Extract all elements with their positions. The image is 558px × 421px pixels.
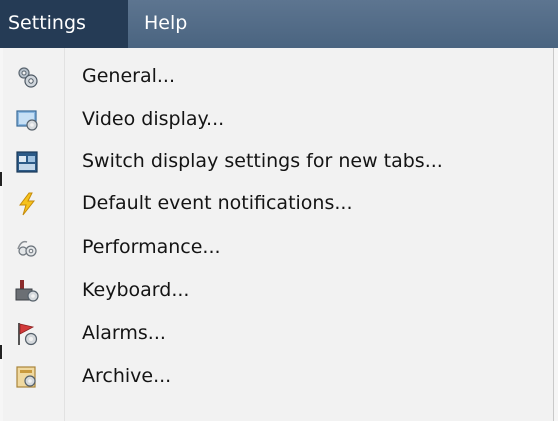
menu-item-video-display[interactable]: Video display...	[3, 100, 553, 140]
lightning-icon	[19, 192, 36, 216]
video-display-icon	[16, 110, 38, 131]
left-edge-mark	[0, 172, 2, 186]
menu-item-switch-display-settings[interactable]: Switch display settings for new tabs...	[3, 142, 553, 182]
menu-item-performance[interactable]: Performance...	[3, 228, 553, 268]
alarm-flag-icon	[18, 323, 38, 346]
menu-bar: Settings Help	[0, 0, 558, 48]
archive-icon	[16, 366, 36, 388]
menu-settings[interactable]: Settings	[0, 0, 128, 48]
menu-item-label: Keyboard...	[82, 279, 190, 301]
keyboard-icon	[15, 280, 39, 302]
menu-item-label: Default event notifications...	[82, 192, 353, 214]
switch-display-icon	[16, 151, 38, 173]
settings-dropdown-menu: General... Video display... Switch displ…	[3, 48, 554, 421]
menu-item-label: Video display...	[82, 108, 225, 130]
menu-item-label: Archive...	[82, 365, 172, 387]
left-edge-mark	[0, 345, 2, 359]
menu-item-label: Performance...	[82, 236, 221, 258]
menu-item-keyboard[interactable]: Keyboard...	[3, 271, 553, 311]
menu-item-label: Switch display settings for new tabs...	[82, 150, 443, 172]
menu-item-label: General...	[82, 65, 175, 87]
menu-item-alarms[interactable]: Alarms...	[3, 314, 553, 354]
performance-gears-icon	[17, 240, 37, 257]
menu-item-default-event-notifications[interactable]: Default event notifications...	[3, 184, 553, 224]
menu-item-archive[interactable]: Archive...	[3, 357, 553, 397]
menu-item-general[interactable]: General...	[3, 57, 553, 97]
menu-help[interactable]: Help	[128, 0, 208, 48]
gears-icon	[18, 67, 38, 88]
menu-item-label: Alarms...	[82, 322, 166, 344]
